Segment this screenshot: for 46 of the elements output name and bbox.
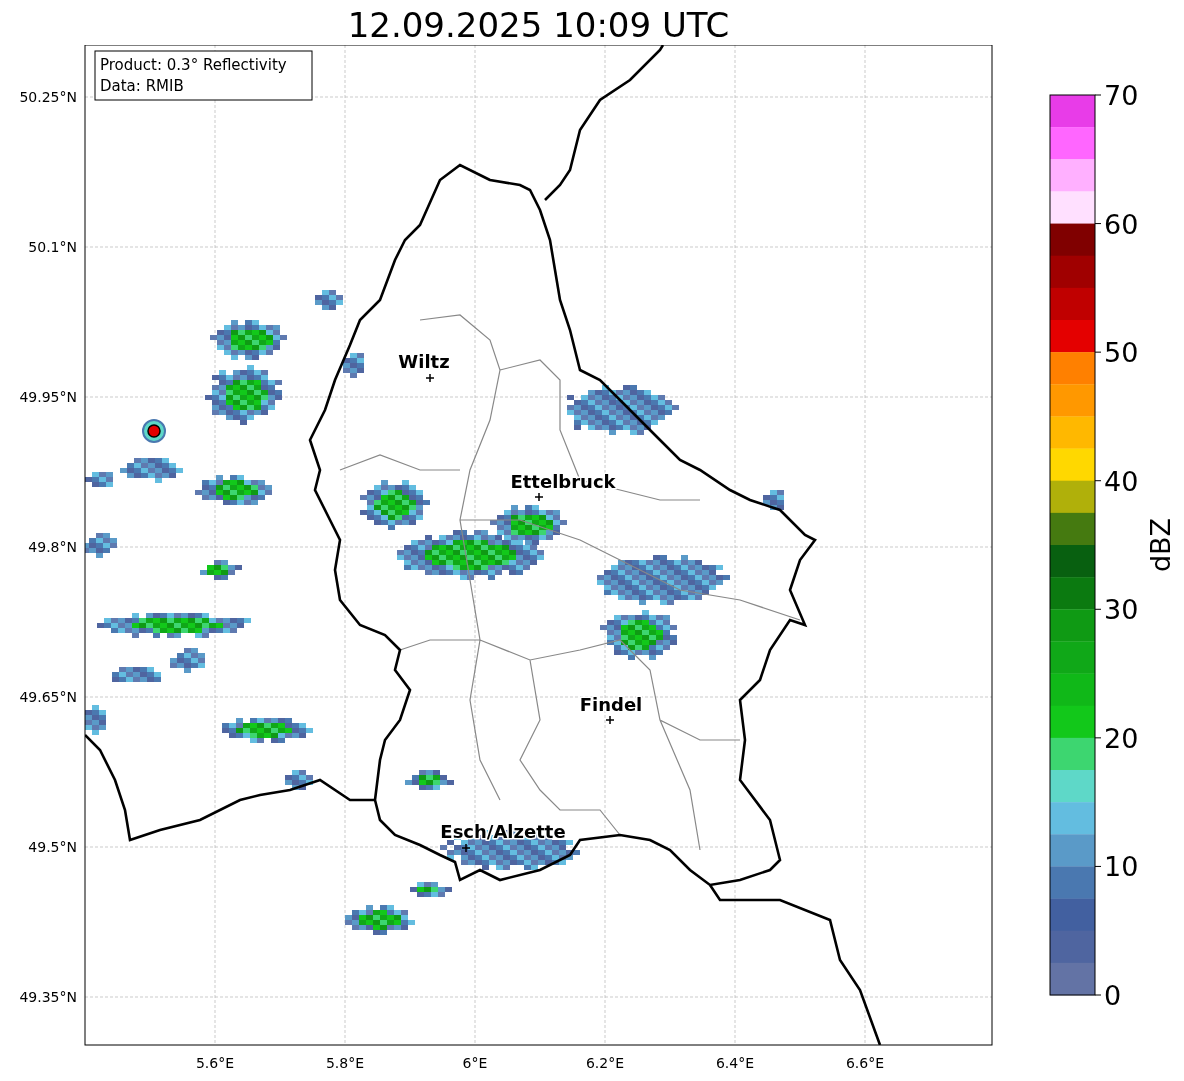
latitude-tick-label: 50.1°N — [28, 239, 77, 255]
colorbar-tick-label: 10 — [1104, 851, 1139, 883]
colorbar-tick-label: 30 — [1104, 594, 1139, 626]
latitude-tick-label: 50.25°N — [19, 89, 77, 105]
city-label: Findel — [579, 694, 643, 715]
radar-echo-cluster — [405, 770, 454, 790]
longitude-tick-label: 5.6°E — [195, 1055, 235, 1071]
longitude-tick-label: 6.4°E — [715, 1055, 755, 1071]
radar-echo-cluster — [85, 533, 117, 558]
city-marker-icon — [605, 715, 615, 725]
latitude-tick-label: 49.35°N — [19, 989, 77, 1005]
info-text: Product: 0.3° Reflectivity — [100, 56, 287, 74]
colorbar-label: dBZ — [1145, 517, 1176, 573]
longitude-tick-label: 5.8°E — [325, 1055, 365, 1071]
radar-echo-cluster — [170, 648, 205, 673]
radar-echo-cluster — [763, 490, 784, 510]
radar-echo-cluster — [112, 667, 161, 682]
radar-echo-cluster — [343, 353, 364, 378]
longitude-tick-label: 6.6°E — [845, 1055, 885, 1071]
city-marker-icon — [534, 492, 544, 502]
latitude-tick-label: 49.65°N — [19, 689, 77, 705]
latitude-tick-label: 49.95°N — [19, 389, 77, 405]
radar-echo-cluster — [85, 472, 113, 487]
colorbar-tick-label: 0 — [1104, 980, 1122, 1011]
colorbar-tick-label: 60 — [1104, 208, 1139, 240]
radar-echo-cluster — [285, 770, 313, 790]
city-label: Wiltz — [398, 351, 450, 372]
latitude-tick-label: 49.8°N — [28, 539, 77, 555]
radar-echo-cluster — [85, 705, 106, 735]
info-text: Data: RMIB — [100, 77, 184, 95]
radar-echo-cluster — [345, 905, 415, 935]
longitude-tick-label: 6.2°E — [585, 1055, 625, 1071]
radar-echo-cluster — [315, 290, 343, 310]
colorbar-tick-label: 50 — [1104, 337, 1139, 369]
city-label: Ettelbruck — [510, 471, 616, 492]
colorbar-tick-label: 40 — [1104, 465, 1139, 497]
chart-title: 12.09.2025 10:09 UTC — [346, 4, 731, 45]
latitude-tick-label: 49.5°N — [28, 839, 77, 855]
radar-echo-cluster — [200, 560, 242, 580]
city-marker-icon — [425, 373, 435, 383]
radar-echo-cluster — [410, 882, 452, 897]
longitude-tick-label: 6°E — [462, 1055, 488, 1071]
city-marker-icon — [461, 843, 471, 853]
colorbar-tick-label: 20 — [1104, 722, 1139, 754]
colorbar-tick-label: 70 — [1104, 80, 1139, 111]
radar-echo-cluster — [120, 458, 183, 483]
